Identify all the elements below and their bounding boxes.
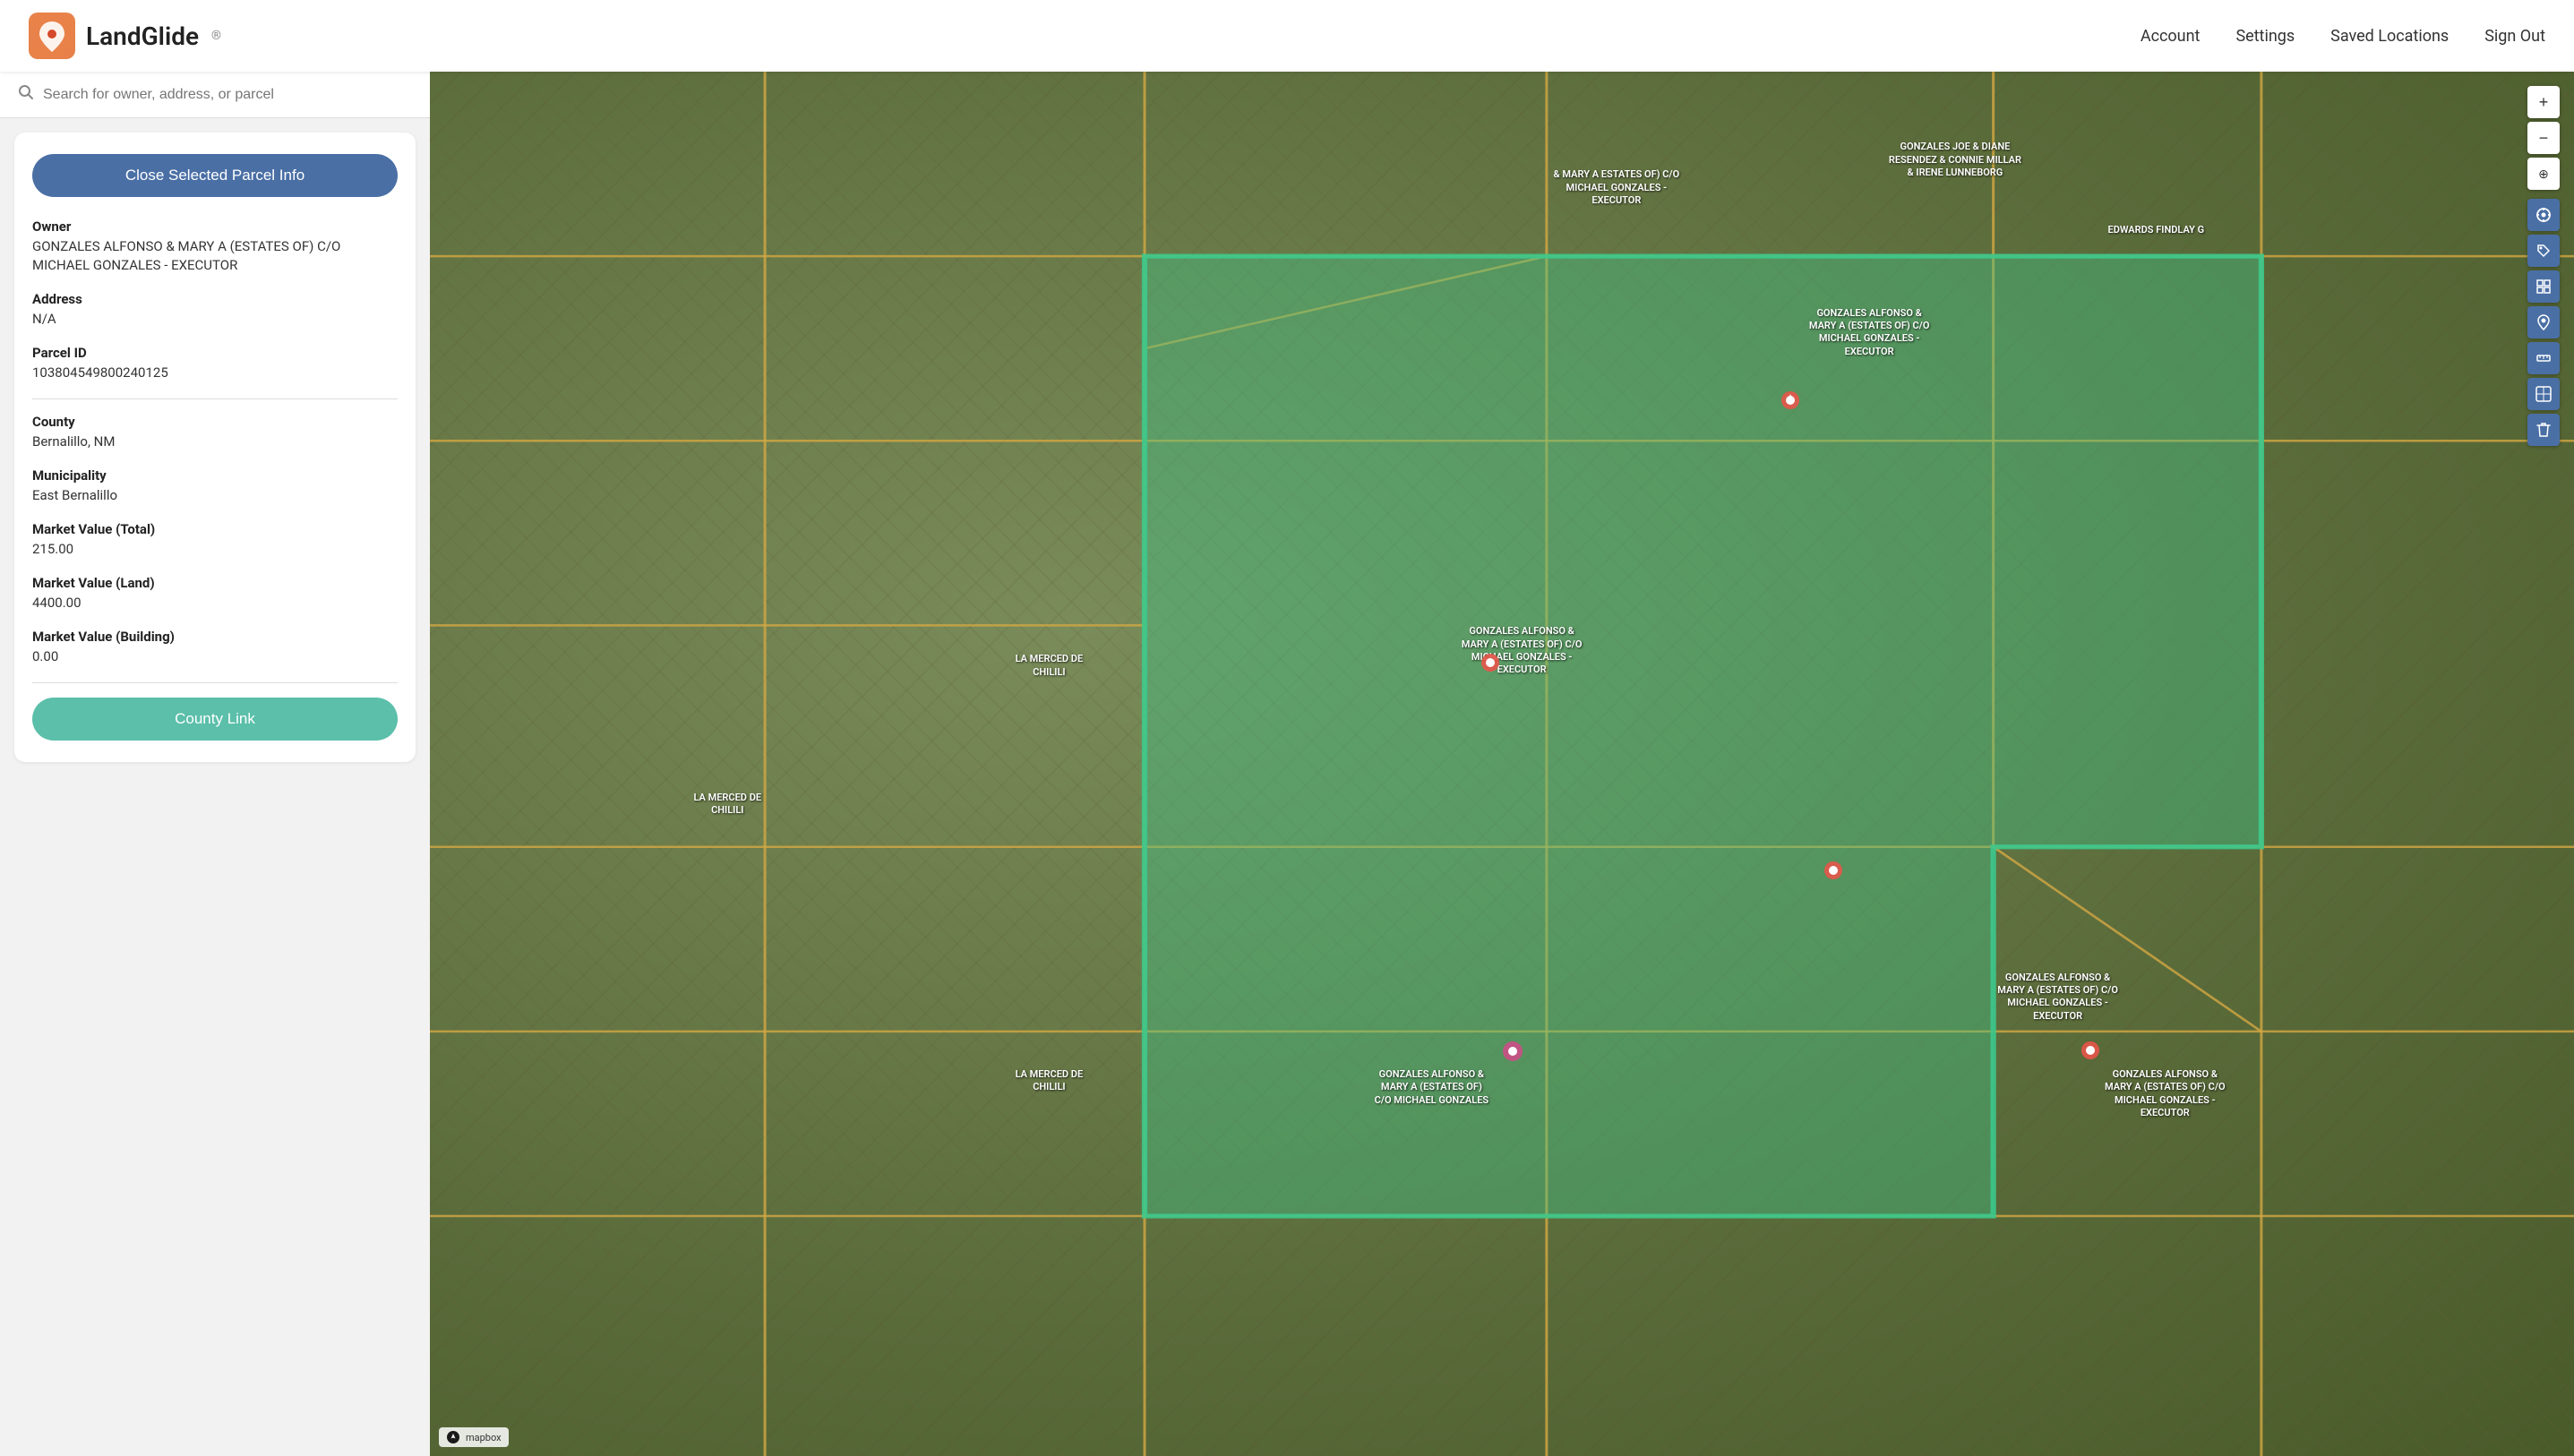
- market-value-land-label: Market Value (Land): [32, 575, 398, 591]
- parcel-id-field: Parcel ID 103804549800240125: [32, 345, 398, 382]
- market-value-total-label: Market Value (Total): [32, 521, 398, 537]
- logo-area: LandGlide ®: [29, 13, 221, 59]
- app-header: LandGlide ® Account Settings Saved Locat…: [0, 0, 2574, 72]
- delete-btn[interactable]: [2527, 414, 2560, 446]
- tag-btn[interactable]: [2527, 235, 2560, 267]
- owner-field: Owner GONZALES ALFONSO & MARY A (ESTATES…: [32, 218, 398, 275]
- nav-settings[interactable]: Settings: [2235, 27, 2295, 46]
- reset-north-btn[interactable]: ⊕: [2527, 158, 2560, 190]
- logo-text: LandGlide: [86, 21, 199, 51]
- search-icon: [18, 84, 34, 105]
- map-pin-4: [1502, 1041, 1523, 1066]
- address-label: Address: [32, 291, 398, 307]
- close-selected-parcel-btn[interactable]: Close Selected Parcel Info: [32, 154, 398, 197]
- market-value-building-label: Market Value (Building): [32, 629, 398, 645]
- owner-label: Owner: [32, 218, 398, 235]
- market-value-land-value: 4400.00: [32, 594, 398, 612]
- address-field: Address N/A: [32, 291, 398, 329]
- search-bar: [0, 72, 430, 118]
- market-value-building-value: 0.00: [32, 647, 398, 666]
- market-value-land-field: Market Value (Land) 4400.00: [32, 575, 398, 612]
- map-pin-1: [1780, 390, 1800, 414]
- zoom-out-btn[interactable]: −: [2527, 122, 2560, 154]
- parcel-id-value: 103804549800240125: [32, 364, 398, 382]
- market-value-building-field: Market Value (Building) 0.00: [32, 629, 398, 666]
- location-btn[interactable]: [2527, 199, 2560, 231]
- map-layers-btn[interactable]: [2527, 270, 2560, 303]
- zoom-in-btn[interactable]: +: [2527, 86, 2560, 118]
- map-pin-2: [1480, 653, 1500, 676]
- mapbox-label: mapbox: [466, 1432, 502, 1443]
- county-link-btn[interactable]: County Link: [32, 698, 398, 741]
- map-pin-3: [1823, 861, 1843, 884]
- search-input[interactable]: [43, 87, 412, 103]
- divider-2: [32, 682, 398, 683]
- map-background: [430, 72, 2574, 1456]
- market-value-total-value: 215.00: [32, 540, 398, 559]
- address-value: N/A: [32, 310, 398, 329]
- municipality-field: Municipality East Bernalillo: [32, 467, 398, 505]
- county-value: Bernalillo, NM: [32, 433, 398, 451]
- map-area[interactable]: & MARY A ESTATES OF) C/O MICHAEL GONZALE…: [430, 72, 2574, 1456]
- market-value-total-field: Market Value (Total) 215.00: [32, 521, 398, 559]
- main-layout: Close Selected Parcel Info Owner GONZALE…: [0, 72, 2574, 1456]
- nav-links: Account Settings Saved Locations Sign Ou…: [2141, 27, 2545, 46]
- municipality-label: Municipality: [32, 467, 398, 484]
- county-label: County: [32, 414, 398, 430]
- municipality-value: East Bernalillo: [32, 486, 398, 505]
- nav-account[interactable]: Account: [2141, 27, 2201, 46]
- save-pin-btn[interactable]: [2527, 306, 2560, 338]
- ruler-btn[interactable]: [2527, 342, 2560, 374]
- county-field: County Bernalillo, NM: [32, 414, 398, 451]
- nav-sign-out[interactable]: Sign Out: [2484, 27, 2545, 46]
- logo-icon: [29, 13, 75, 59]
- left-panel: Close Selected Parcel Info Owner GONZALE…: [0, 72, 430, 1456]
- parcel-info-card: Close Selected Parcel Info Owner GONZALE…: [14, 133, 416, 762]
- nav-saved-locations[interactable]: Saved Locations: [2330, 27, 2449, 46]
- owner-value: GONZALES ALFONSO & MARY A (ESTATES OF) C…: [32, 237, 398, 275]
- map-view-btn[interactable]: [2527, 378, 2560, 410]
- divider-1: [32, 398, 398, 399]
- parcel-id-label: Parcel ID: [32, 345, 398, 361]
- logo-registered: ®: [211, 29, 221, 43]
- mapbox-attribution: mapbox: [439, 1427, 509, 1447]
- map-pin-5: [2081, 1041, 2100, 1064]
- map-controls: + − ⊕: [2527, 86, 2560, 446]
